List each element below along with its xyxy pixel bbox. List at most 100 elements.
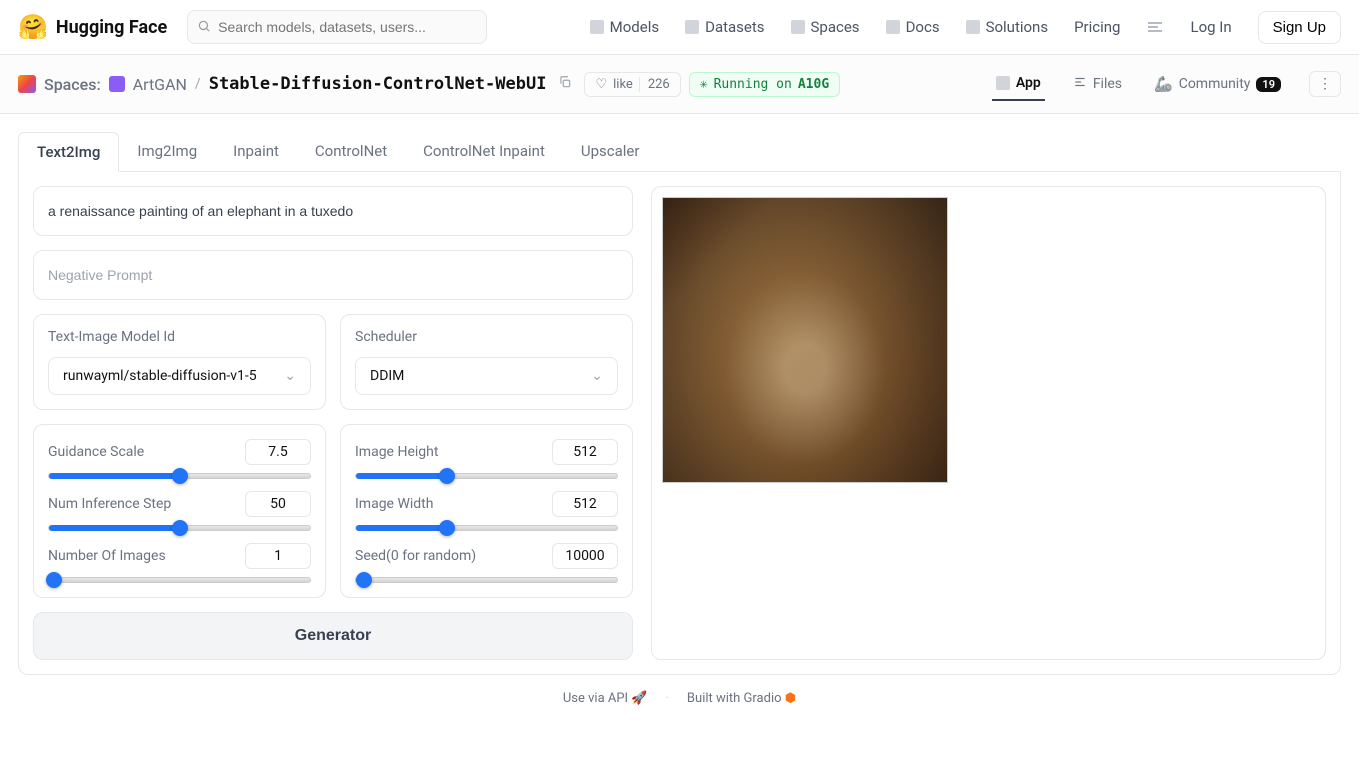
model-scheduler-row: Text-Image Model Id runwayml/stable-diff… [33,314,633,410]
brand-logo[interactable]: 🤗 Hugging Face [18,13,167,41]
content-row: Text-Image Model Id runwayml/stable-diff… [33,186,1326,660]
scheduler-value: DDIM [370,368,404,384]
space-name[interactable]: Stable-Diffusion-ControlNet-WebUI [209,74,547,94]
nav-login[interactable]: Log In [1190,18,1231,36]
path-separator: / [195,76,201,92]
model-card: Text-Image Model Id runwayml/stable-diff… [33,314,326,410]
seed-slider-group: Seed(0 for random) 10000 [355,543,618,583]
width-slider[interactable] [355,525,618,531]
space-tab-community[interactable]: 🦾 Community 19 [1150,67,1285,101]
community-count-badge: 19 [1256,77,1281,92]
tab-panel: Text-Image Model Id runwayml/stable-diff… [18,172,1341,675]
nav-docs[interactable]: Docs [886,18,940,36]
seed-label: Seed(0 for random) [355,548,476,564]
space-tab-community-label: Community [1179,76,1251,92]
briefcase-icon [966,20,980,34]
num-images-slider-group: Number Of Images 1 [48,543,311,583]
doc-icon [886,20,900,34]
model-select[interactable]: runwayml/stable-diffusion-v1-5 ⌄ [48,357,311,395]
mode-tabs: Text2Img Img2Img Inpaint ControlNet Cont… [18,132,1341,172]
running-text: Running on [714,77,792,92]
height-label: Image Height [355,444,438,460]
height-slider[interactable] [355,473,618,479]
copy-icon[interactable] [554,73,576,95]
prompt-input[interactable] [33,186,633,236]
steps-value[interactable]: 50 [245,491,311,517]
space-owner[interactable]: ArtGAN [133,75,187,94]
community-icon: 🦾 [1154,75,1173,93]
space-tab-files[interactable]: Files [1069,67,1126,101]
main-header: 🤗 Hugging Face Models Datasets Spaces Do… [0,0,1359,55]
tab-img2img[interactable]: Img2Img [119,132,215,171]
space-tab-app[interactable]: App [992,67,1045,101]
cube-icon [590,20,604,34]
nav-spaces[interactable]: Spaces [791,18,860,36]
nav-datasets[interactable]: Datasets [685,18,764,36]
like-button[interactable]: ♡ like 226 [584,72,680,97]
guidance-slider-group: Guidance Scale 7.5 [48,439,311,479]
height-slider-group: Image Height 512 [355,439,618,479]
tab-controlnet[interactable]: ControlNet [297,132,405,171]
spaces-icon [18,75,36,93]
nav-datasets-label: Datasets [705,18,764,36]
footer: Use via API 🚀 · Built with Gradio ⬢ [18,675,1341,722]
nav-docs-label: Docs [906,18,940,36]
grid-icon [791,20,805,34]
more-button[interactable]: ⋮ [1309,71,1341,97]
footer-gradio-link[interactable]: Built with Gradio ⬢ [687,691,796,706]
nav-spaces-label: Spaces [811,18,860,36]
guidance-slider[interactable] [48,473,311,479]
nav-overflow[interactable] [1146,21,1164,33]
signup-button[interactable]: Sign Up [1258,11,1341,44]
seed-value[interactable]: 10000 [552,543,618,569]
model-label: Text-Image Model Id [48,329,311,345]
scheduler-label: Scheduler [355,329,618,345]
tab-controlnet-inpaint[interactable]: ControlNet Inpaint [405,132,563,171]
chevron-down-icon: ⌄ [591,368,603,384]
space-tabs: App Files 🦾 Community 19 ⋮ [992,67,1341,101]
dot-separator: · [666,691,669,706]
search-wrap [187,10,487,44]
space-bar: Spaces: ArtGAN / Stable-Diffusion-Contro… [0,55,1359,114]
app-icon [996,76,1010,90]
steps-slider[interactable] [48,525,311,531]
tab-inpaint[interactable]: Inpaint [215,132,297,171]
like-count: 226 [639,77,670,92]
search-input[interactable] [187,10,487,44]
nav-pricing[interactable]: Pricing [1074,18,1120,36]
negative-prompt-input[interactable] [33,250,633,300]
output-image[interactable] [662,197,948,483]
controls-column: Text-Image Model Id runwayml/stable-diff… [33,186,633,660]
running-hardware: A10G [798,77,829,92]
nav-models-label: Models [610,18,659,36]
right-sliders-card: Image Height 512 Image Width 512 [340,424,633,598]
height-value[interactable]: 512 [552,439,618,465]
hf-logo-icon: 🤗 [18,13,48,41]
footer-gradio-label: Built with Gradio [687,691,782,706]
spaces-label: Spaces: [44,75,101,94]
guidance-label: Guidance Scale [48,444,144,460]
chevron-down-icon: ⌄ [284,368,296,384]
scheduler-select[interactable]: DDIM ⌄ [355,357,618,395]
width-slider-group: Image Width 512 [355,491,618,531]
output-column [651,186,1326,660]
space-breadcrumb: Spaces: ArtGAN / Stable-Diffusion-Contro… [18,72,840,97]
nav-solutions[interactable]: Solutions [966,18,1049,36]
num-images-value[interactable]: 1 [245,543,311,569]
num-images-slider[interactable] [48,577,311,583]
nav-models[interactable]: Models [590,18,659,36]
guidance-value[interactable]: 7.5 [245,439,311,465]
generate-button[interactable]: Generator [33,612,633,660]
tab-upscaler[interactable]: Upscaler [563,132,658,171]
database-icon [685,20,699,34]
footer-api-link[interactable]: Use via API 🚀 [563,691,648,706]
tab-text2img[interactable]: Text2Img [18,132,119,172]
heart-icon: ♡ [595,77,607,92]
space-tab-files-label: Files [1093,76,1122,92]
width-value[interactable]: 512 [552,491,618,517]
like-label: like [613,77,633,92]
brand-name: Hugging Face [56,17,167,38]
search-icon [197,19,211,37]
rocket-icon: 🚀 [631,691,647,706]
seed-slider[interactable] [355,577,618,583]
